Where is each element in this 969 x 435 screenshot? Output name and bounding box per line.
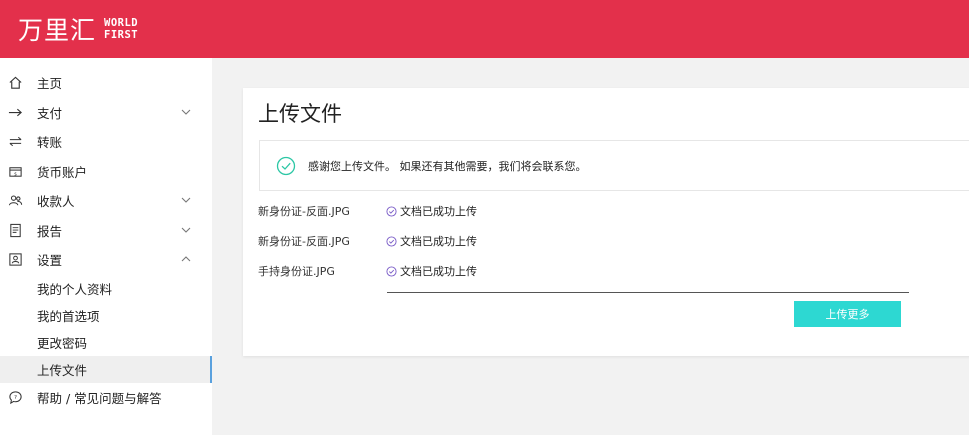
svg-text:?: ? (14, 395, 17, 401)
settings-icon (7, 252, 23, 268)
upload-card: 上传文件 感谢您上传文件。 如果还有其他需要，我们将会联系您。 新身份证-反面.… (243, 88, 969, 356)
top-header: 万里汇 WORLD FIRST (0, 0, 969, 58)
file-row: 手持身份证.JPG 文档已成功上传 (258, 263, 477, 279)
status-check-icon (386, 235, 397, 247)
logo-chinese[interactable]: 万里汇 (18, 11, 96, 47)
sidebar-item-label: 收款人 (37, 194, 75, 210)
sidebar-item-label: 主页 (37, 76, 63, 92)
page-title: 上传文件 (258, 102, 342, 126)
logo-english: WORLD FIRST (104, 17, 138, 41)
sidebar-subitem-change-password[interactable]: 更改密码 (0, 329, 212, 356)
sidebar-item-help[interactable]: ? 帮助 / 常见问题与解答 (0, 383, 212, 413)
main-content: 上传文件 感谢您上传文件。 如果还有其他需要，我们将会联系您。 新身份证-反面.… (212, 58, 969, 435)
sidebar-item-currency-account[interactable]: $ 货币账户 (0, 157, 212, 187)
sidebar-item-label: 支付 (37, 105, 63, 121)
sidebar-item-label: 货币账户 (37, 164, 88, 180)
success-notice: 感谢您上传文件。 如果还有其他需要，我们将会联系您。 (259, 140, 969, 191)
sidebar-subitem-my-preferences[interactable]: 我的首选项 (0, 302, 212, 329)
logo-english-line2: FIRST (104, 29, 139, 41)
file-row: 新身份证-反面.JPG 文档已成功上传 (258, 233, 477, 249)
file-status: 文档已成功上传 (386, 263, 477, 279)
sidebar-subitem-my-profile[interactable]: 我的个人资料 (0, 275, 212, 302)
chevron-down-icon[interactable] (180, 194, 192, 206)
notice-text: 感谢您上传文件。 如果还有其他需要，我们将会联系您。 (308, 159, 587, 173)
sidebar-item-payees[interactable]: 收款人 (0, 186, 212, 216)
chevron-down-icon[interactable] (180, 224, 192, 236)
sidebar-item-label: 帮助 / 常见问题与解答 (37, 390, 162, 406)
arrow-right-icon (7, 104, 23, 120)
file-status-text: 文档已成功上传 (400, 265, 477, 278)
success-check-icon (276, 156, 296, 176)
file-name: 手持身份证.JPG (258, 265, 335, 278)
sidebar-item-label: 转账 (37, 135, 63, 151)
sidebar-nav: 主页 支付 转账 $ 货币账户 收款人 报告 设置 我的个人资料 我的首选项 更… (0, 58, 212, 435)
chevron-down-icon[interactable] (180, 106, 192, 118)
upload-more-button[interactable]: 上传更多 (794, 301, 901, 327)
sidebar-subitem-upload-files[interactable]: 上传文件 (0, 355, 212, 383)
file-status: 文档已成功上传 (386, 203, 477, 219)
sidebar-item-label: 设置 (37, 253, 63, 269)
file-name: 新身份证-反面.JPG (258, 205, 350, 218)
file-row: 新身份证-反面.JPG 文档已成功上传 (258, 203, 477, 219)
status-check-icon (386, 265, 397, 277)
divider (387, 292, 909, 293)
sidebar-item-payment[interactable]: 支付 (0, 98, 212, 128)
report-icon (7, 222, 23, 238)
home-icon (7, 75, 23, 91)
file-status-text: 文档已成功上传 (400, 205, 477, 218)
users-icon (7, 193, 23, 209)
sidebar-item-home[interactable]: 主页 (0, 68, 212, 98)
status-check-icon (386, 205, 397, 217)
transfer-icon (7, 134, 23, 150)
chevron-up-icon[interactable] (180, 253, 192, 265)
file-status: 文档已成功上传 (386, 233, 477, 249)
wallet-icon: $ (7, 163, 23, 179)
sidebar-item-reports[interactable]: 报告 (0, 216, 212, 246)
logo-english-line1: WORLD (104, 17, 139, 29)
sidebar-item-settings[interactable]: 设置 (0, 245, 212, 275)
file-status-text: 文档已成功上传 (400, 235, 477, 248)
file-name: 新身份证-反面.JPG (258, 235, 350, 248)
svg-text:$: $ (14, 171, 17, 177)
sidebar-item-label: 报告 (37, 223, 63, 239)
help-chat-icon: ? (7, 389, 23, 405)
sidebar-item-transfer[interactable]: 转账 (0, 127, 212, 157)
